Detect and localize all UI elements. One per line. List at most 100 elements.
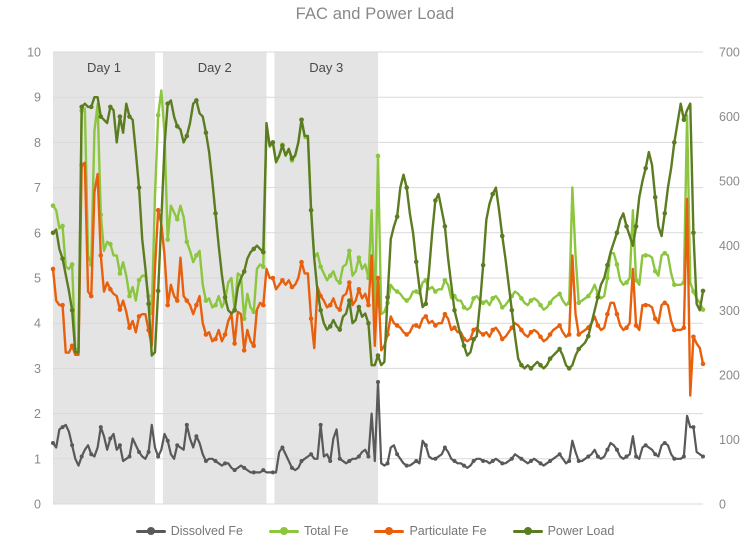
series-marker [652, 194, 658, 200]
series-marker [672, 282, 677, 288]
series-marker [452, 325, 457, 331]
series-marker [347, 280, 352, 285]
series-marker [404, 332, 409, 337]
series-marker [509, 456, 514, 461]
series-marker [614, 447, 619, 452]
series-marker [385, 461, 390, 466]
series-marker [50, 230, 56, 236]
series-marker [394, 289, 400, 294]
series-marker [480, 300, 486, 306]
series-marker [624, 325, 629, 331]
series-marker [318, 264, 323, 270]
left-axis-tick: 2 [34, 407, 41, 421]
legend-swatch-icon [374, 526, 405, 537]
series-marker [442, 277, 448, 283]
series-marker [337, 327, 343, 332]
series-marker [337, 307, 343, 312]
left-axis-tick: 0 [34, 498, 41, 512]
series-marker [289, 465, 294, 470]
series-marker [280, 277, 285, 283]
series-marker [280, 143, 285, 148]
series-marker [595, 295, 601, 300]
series-marker [576, 332, 582, 337]
series-marker [585, 333, 591, 339]
series-marker [127, 454, 132, 459]
series-marker [462, 463, 467, 468]
series-marker [519, 327, 524, 333]
series-marker [117, 307, 123, 312]
series-marker [251, 470, 256, 475]
series-marker [155, 207, 161, 213]
left-axis-tick: 9 [34, 91, 41, 105]
series-marker [222, 295, 228, 300]
series-marker [538, 362, 543, 368]
series-marker [595, 454, 600, 459]
series-marker [557, 452, 562, 457]
series-marker [327, 273, 333, 279]
legend-item-particulate-fe[interactable]: Particulate Fe [374, 524, 487, 538]
series-marker [624, 454, 629, 459]
series-marker [299, 117, 304, 123]
series-marker [548, 459, 553, 464]
series-marker [414, 459, 419, 464]
series-marker [700, 288, 706, 294]
series-marker [299, 259, 304, 265]
series-marker [184, 133, 190, 139]
series-marker [213, 302, 218, 308]
series-marker [174, 216, 180, 222]
series-marker [519, 456, 524, 461]
series-marker [605, 311, 610, 317]
series-marker [662, 440, 667, 445]
series-marker [662, 250, 668, 256]
series-marker [605, 447, 610, 452]
series-marker [356, 454, 361, 459]
series-marker [528, 459, 533, 464]
series-marker [280, 445, 285, 450]
series-marker [260, 302, 266, 308]
series-marker [108, 436, 113, 441]
series-marker [643, 443, 648, 448]
series-marker [309, 452, 314, 457]
right-axis-tick: 0 [719, 498, 726, 512]
series-marker [184, 422, 189, 427]
right-axis-tick: 200 [719, 368, 740, 382]
legend-item-dissolved-fe[interactable]: Dissolved Fe [135, 524, 243, 538]
series-marker [137, 450, 142, 455]
series-marker [232, 468, 237, 473]
series-marker [88, 104, 94, 110]
series-marker [442, 311, 448, 317]
series-marker [60, 256, 65, 261]
series-marker [643, 302, 648, 308]
series-marker [662, 211, 668, 216]
series-marker [136, 277, 142, 283]
series-marker [232, 341, 237, 346]
legend-item-power-load[interactable]: Power Load [512, 524, 614, 538]
series-marker [241, 348, 247, 353]
series-marker [98, 425, 103, 430]
series-marker [452, 459, 457, 464]
series-marker [203, 130, 209, 136]
series-marker [614, 230, 620, 236]
series-marker [318, 422, 323, 427]
series-marker [500, 461, 505, 466]
series-marker [98, 253, 104, 258]
series-marker [490, 459, 495, 464]
series-marker [490, 191, 496, 197]
series-marker [576, 346, 582, 352]
series-marker [538, 461, 543, 466]
series-marker [395, 452, 400, 457]
series-marker [394, 323, 400, 328]
series-marker [127, 325, 132, 331]
series-marker [385, 295, 390, 300]
legend-item-total-fe[interactable]: Total Fe [268, 524, 348, 538]
series-marker [337, 456, 342, 461]
series-marker [423, 443, 428, 448]
series-marker [270, 140, 276, 145]
left-axis-tick: 8 [34, 136, 41, 150]
series-marker [538, 302, 543, 308]
series-marker [653, 452, 658, 457]
series-marker [69, 262, 75, 267]
series-marker [156, 454, 161, 459]
series-marker [614, 311, 620, 317]
series-marker [223, 461, 228, 466]
